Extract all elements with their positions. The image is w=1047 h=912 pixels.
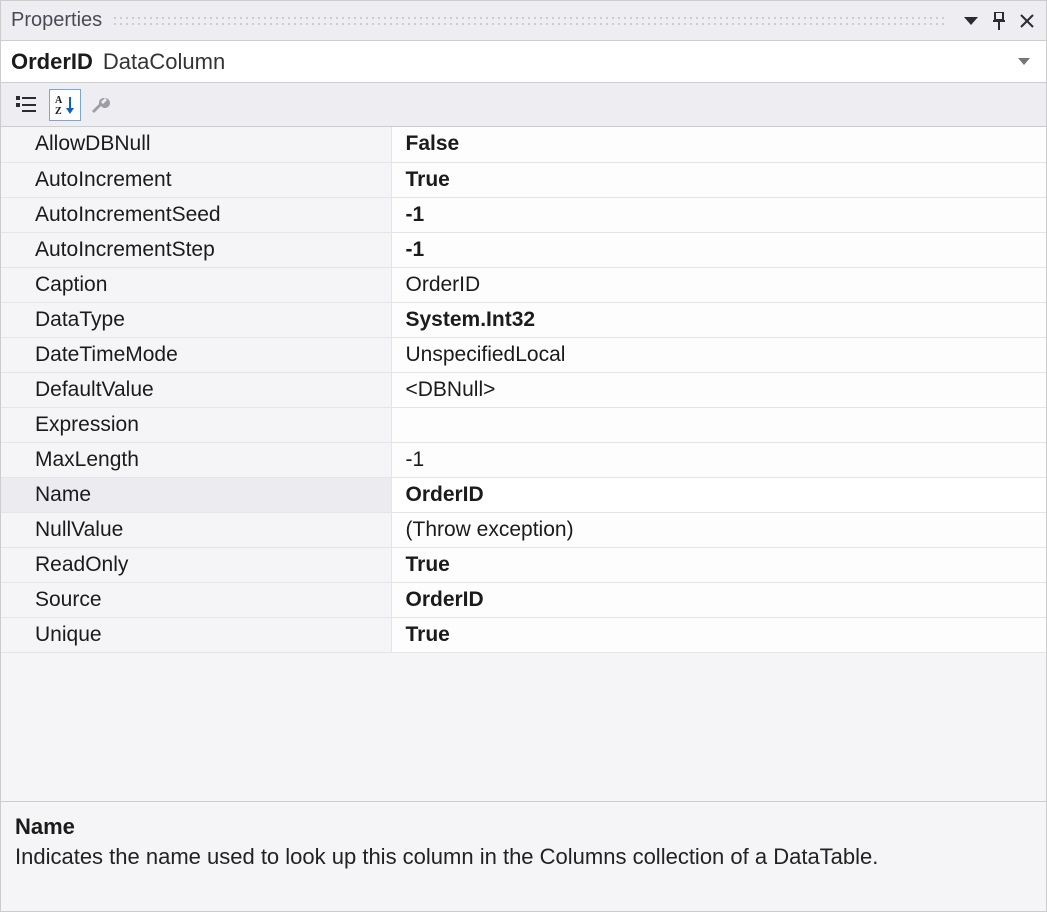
property-row[interactable]: NullValue(Throw exception): [1, 512, 1046, 547]
property-row[interactable]: DefaultValue<DBNull>: [1, 372, 1046, 407]
property-row[interactable]: UniqueTrue: [1, 617, 1046, 652]
property-name: ReadOnly: [1, 547, 391, 582]
chevron-down-icon: [1018, 58, 1030, 66]
property-value[interactable]: System.Int32: [391, 302, 1046, 337]
property-value[interactable]: UnspecifiedLocal: [391, 337, 1046, 372]
property-row[interactable]: CaptionOrderID: [1, 267, 1046, 302]
property-name: Unique: [1, 617, 391, 652]
property-value[interactable]: True: [391, 547, 1046, 582]
properties-panel: Properties OrderID DataColumn: [0, 0, 1047, 912]
property-name: MaxLength: [1, 442, 391, 477]
property-name: DefaultValue: [1, 372, 391, 407]
property-row[interactable]: DataTypeSystem.Int32: [1, 302, 1046, 337]
property-value[interactable]: <DBNull>: [391, 372, 1046, 407]
property-row[interactable]: Expression: [1, 407, 1046, 442]
property-name: AutoIncrement: [1, 162, 391, 197]
wrench-icon: [91, 94, 115, 116]
property-value[interactable]: (Throw exception): [391, 512, 1046, 547]
pin-icon: [991, 12, 1007, 30]
property-value[interactable]: OrderID: [391, 477, 1046, 512]
pin-button[interactable]: [986, 8, 1012, 34]
object-name: OrderID: [11, 49, 93, 75]
property-name: Expression: [1, 407, 391, 442]
description-title: Name: [15, 814, 1032, 840]
panel-titlebar: Properties: [1, 1, 1046, 41]
property-row[interactable]: ReadOnlyTrue: [1, 547, 1046, 582]
window-menu-button[interactable]: [958, 8, 984, 34]
description-text: Indicates the name used to look up this …: [15, 844, 1032, 870]
property-name: DataType: [1, 302, 391, 337]
property-row[interactable]: AutoIncrementTrue: [1, 162, 1046, 197]
property-name: AutoIncrementSeed: [1, 197, 391, 232]
close-button[interactable]: [1014, 8, 1040, 34]
property-value[interactable]: -1: [391, 442, 1046, 477]
svg-text:Z: Z: [55, 106, 62, 116]
property-pages-button[interactable]: [87, 89, 119, 121]
property-row[interactable]: AllowDBNullFalse: [1, 127, 1046, 162]
property-row[interactable]: NameOrderID: [1, 477, 1046, 512]
property-value[interactable]: -1: [391, 232, 1046, 267]
property-name: DateTimeMode: [1, 337, 391, 372]
property-value[interactable]: True: [391, 162, 1046, 197]
properties-toolbar: A Z: [1, 83, 1046, 127]
description-pane: Name Indicates the name used to look up …: [1, 801, 1046, 911]
alphabetical-sort-icon: A Z: [54, 94, 76, 116]
categorized-icon: [16, 95, 38, 115]
property-value[interactable]: False: [391, 127, 1046, 162]
svg-text:A: A: [55, 95, 63, 106]
object-type: DataColumn: [103, 49, 225, 75]
property-row[interactable]: AutoIncrementSeed-1: [1, 197, 1046, 232]
property-row[interactable]: SourceOrderID: [1, 582, 1046, 617]
property-row[interactable]: DateTimeModeUnspecifiedLocal: [1, 337, 1046, 372]
property-name: NullValue: [1, 512, 391, 547]
property-name: Source: [1, 582, 391, 617]
titlebar-grip[interactable]: [112, 15, 946, 27]
property-name: Name: [1, 477, 391, 512]
property-value[interactable]: OrderID: [391, 267, 1046, 302]
property-value[interactable]: OrderID: [391, 582, 1046, 617]
panel-title: Properties: [11, 9, 102, 32]
property-value[interactable]: True: [391, 617, 1046, 652]
property-name: Caption: [1, 267, 391, 302]
categorized-button[interactable]: [11, 89, 43, 121]
property-row[interactable]: MaxLength-1: [1, 442, 1046, 477]
chevron-down-icon: [964, 16, 978, 26]
property-row[interactable]: AutoIncrementStep-1: [1, 232, 1046, 267]
object-header[interactable]: OrderID DataColumn: [1, 41, 1046, 83]
close-icon: [1019, 13, 1035, 29]
property-value[interactable]: [391, 407, 1046, 442]
property-name: AllowDBNull: [1, 127, 391, 162]
alphabetical-button[interactable]: A Z: [49, 89, 81, 121]
property-name: AutoIncrementStep: [1, 232, 391, 267]
property-grid[interactable]: AllowDBNullFalseAutoIncrementTrueAutoInc…: [1, 127, 1046, 801]
object-dropdown-button[interactable]: [1012, 50, 1036, 74]
property-value[interactable]: -1: [391, 197, 1046, 232]
